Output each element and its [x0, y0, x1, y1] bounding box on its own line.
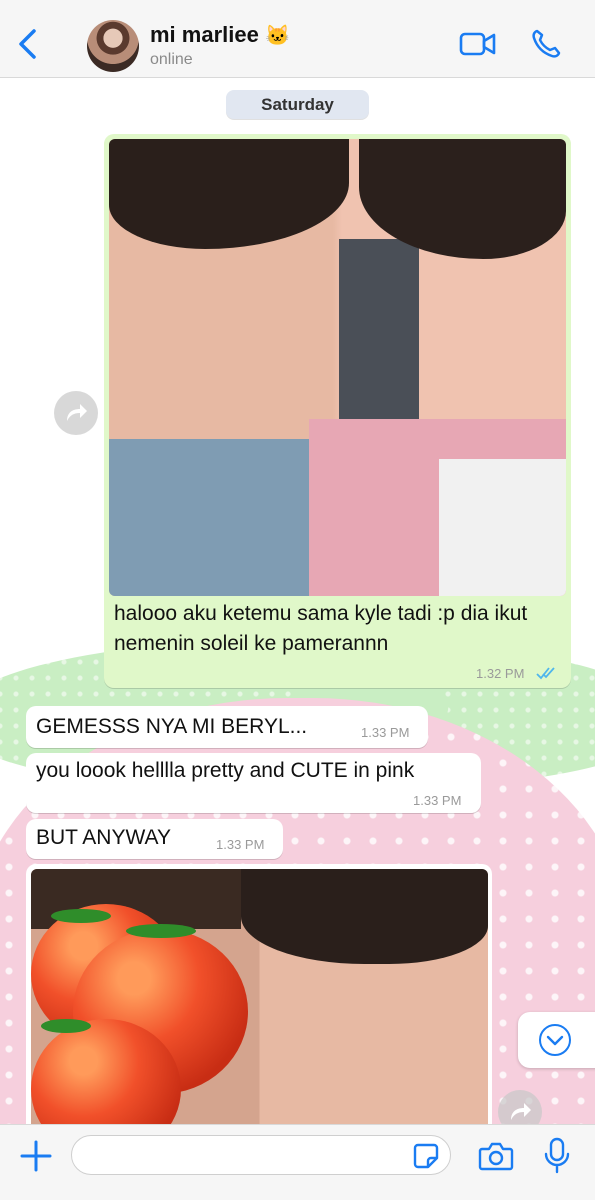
video-call-icon[interactable] [459, 28, 497, 60]
photo-hair-right [241, 869, 488, 964]
plus-icon[interactable] [19, 1139, 53, 1173]
cat-emoji: 🐱 [264, 25, 290, 47]
scroll-to-bottom-button[interactable] [518, 1012, 595, 1068]
photo-shirt-white [439, 459, 566, 596]
incoming-message-bubble[interactable]: you loook helllla pretty and CUTE in pin… [26, 753, 481, 813]
incoming-photo-bubble[interactable] [26, 864, 492, 1154]
message-photo[interactable] [109, 139, 566, 596]
message-text: BUT ANYWAY [36, 826, 171, 849]
message-photo[interactable] [31, 869, 488, 1134]
outgoing-message-bubble[interactable]: halooo aku ketemu sama kyle tadi :p dia … [104, 134, 571, 688]
microphone-icon[interactable] [543, 1137, 571, 1175]
camera-icon[interactable] [478, 1140, 514, 1172]
incoming-message-bubble[interactable]: BUT ANYWAY 1.33 PM [26, 819, 283, 859]
sticker-icon[interactable] [412, 1142, 440, 1170]
message-text: halooo aku ketemu sama kyle tadi :p dia … [114, 602, 528, 655]
back-chevron-icon[interactable] [14, 28, 42, 60]
forward-arrow-icon [67, 404, 87, 421]
message-input[interactable] [71, 1135, 451, 1175]
photo-hair-left [109, 139, 349, 249]
chat-header: mi marliee 🐱 online [0, 0, 595, 78]
message-text: GEMESSS NYA MI BERYL... [36, 715, 308, 738]
forward-button[interactable] [54, 391, 98, 435]
contact-avatar[interactable] [87, 20, 139, 72]
chevron-down-circle-icon [539, 1024, 571, 1056]
message-time: 1.33 PM [216, 837, 265, 852]
message-time: 1.33 PM [413, 793, 462, 808]
contact-name-text: mi marliee [150, 22, 259, 47]
date-divider: Saturday [226, 90, 369, 119]
tomato-stem [51, 909, 111, 923]
message-time: 1.33 PM [361, 725, 410, 740]
read-ticks-icon [536, 667, 555, 680]
message-text: you loook helllla pretty and CUTE in pin… [36, 759, 415, 782]
photo-background [339, 239, 419, 439]
phone-call-icon[interactable] [530, 28, 562, 60]
message-composer [0, 1124, 595, 1200]
contact-status: online [150, 51, 193, 68]
contact-name[interactable]: mi marliee 🐱 [150, 22, 290, 48]
photo-shirt-blue [109, 439, 339, 596]
message-time: 1.32 PM [476, 666, 525, 681]
tomato-stem [41, 1019, 91, 1033]
incoming-message-bubble[interactable]: GEMESSS NYA MI BERYL... 1.33 PM [26, 706, 428, 748]
tomato-stem [126, 924, 196, 938]
